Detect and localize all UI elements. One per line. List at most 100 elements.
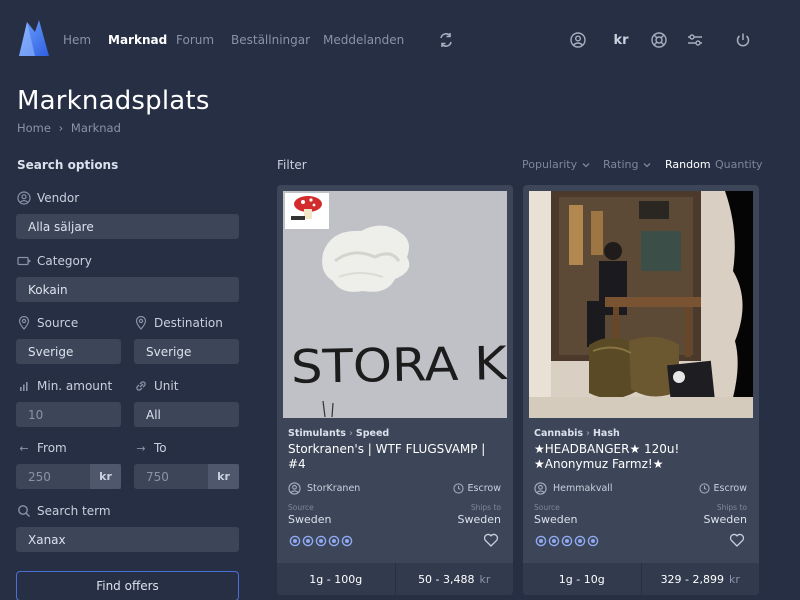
support-icon[interactable] <box>650 31 668 49</box>
chevron-down-icon <box>644 162 651 167</box>
currency-kr-icon[interactable]: kr <box>610 31 632 49</box>
price-value: 329 - 2,899 <box>660 572 725 586</box>
source-caption: Source <box>288 503 314 512</box>
location-pin-icon <box>134 316 148 330</box>
sort-random[interactable]: Random <box>665 158 711 171</box>
ships-to-caption: Ships to <box>470 503 501 512</box>
sort-rating[interactable]: Rating <box>603 158 652 171</box>
breadcrumb-home[interactable]: Home <box>17 121 51 135</box>
rating-star-icon <box>315 535 327 547</box>
unit-label-text: Unit <box>154 379 179 393</box>
source-value: Sweden <box>534 513 578 526</box>
listing-title[interactable]: Storkranen's | WTF FLUGSVAMP | #4 <box>288 442 503 472</box>
listing-image[interactable]: STORA K <box>283 191 507 418</box>
arrow-left-icon: ← <box>19 441 29 455</box>
sort-random-label: Random <box>665 158 711 171</box>
listing-footer: 1g - 100g 50 - 3,488 kr <box>277 563 513 595</box>
ships-to-value: Sweden <box>703 513 747 526</box>
listing-card[interactable]: STORA K Stimulants › Speed Storkranen's | … <box>277 185 513 595</box>
vendor-name[interactable]: StorKranen <box>307 483 360 494</box>
filter-label: Filter <box>277 158 307 172</box>
clock-icon <box>452 483 464 494</box>
subcategory-link[interactable]: Speed <box>356 428 389 439</box>
listing-title[interactable]: ★HEADBANGER★ 120u! ★Anonymuz Farmz!★ <box>534 442 749 472</box>
breadcrumb-separator: › <box>586 428 590 439</box>
category-label: Category <box>17 254 92 268</box>
vendor-info[interactable]: StorKranen <box>288 482 360 495</box>
power-icon[interactable] <box>734 31 752 49</box>
user-circle-icon <box>17 191 31 205</box>
settings-sliders-icon[interactable] <box>686 31 704 49</box>
category-link[interactable]: Cannabis <box>534 428 583 439</box>
category-label-text: Category <box>37 254 92 268</box>
source-label-text: Source <box>37 316 79 330</box>
rating-star-icon <box>574 535 586 547</box>
nav-meddelanden[interactable]: Meddelanden <box>323 33 404 47</box>
vendor-select[interactable]: Alla säljare <box>16 214 239 239</box>
vendor-info[interactable]: Hemmakvall <box>534 482 613 495</box>
category-link[interactable]: Stimulants <box>288 428 346 439</box>
sort-popularity-label: Popularity <box>522 158 578 171</box>
nav-forum[interactable]: Forum <box>176 33 214 47</box>
currency-label: kr <box>729 572 740 586</box>
page-title: Marknadsplats <box>17 86 210 116</box>
destination-select[interactable]: Sverige <box>134 339 239 364</box>
subcategory-link[interactable]: Hash <box>593 428 620 439</box>
unit-select[interactable]: All <box>134 402 239 427</box>
arrow-right-icon: → <box>136 441 146 455</box>
escrow-badge: Escrow <box>452 483 501 494</box>
rating-star-icon <box>341 535 353 547</box>
min-amount-label: Min. amount <box>17 379 112 393</box>
price-range: 50 - 3,488 kr <box>394 563 514 595</box>
sort-quantity[interactable]: Quantity <box>715 158 763 171</box>
breadcrumb-separator: › <box>58 121 64 135</box>
user-circle-icon <box>534 482 547 495</box>
currency-label: kr <box>479 572 491 586</box>
vendor-name[interactable]: Hemmakvall <box>553 483 613 494</box>
escrow-label: Escrow <box>713 483 747 494</box>
rating-star-icon <box>548 535 560 547</box>
bar-chart-icon <box>17 379 31 393</box>
listing-category: Cannabis › Hash <box>534 428 620 439</box>
rating-star-icon <box>289 535 301 547</box>
listing-card[interactable]: Cannabis › Hash ★HEADBANGER★ 120u! ★Anonym… <box>523 185 759 595</box>
category-select[interactable]: Kokain <box>16 277 239 302</box>
user-circle-icon[interactable] <box>569 31 587 49</box>
top-navigation: Hem Marknad Forum Beställningar Meddelan… <box>0 0 800 78</box>
search-icon <box>17 504 31 518</box>
price-range: 329 - 2,899 kr <box>640 563 760 595</box>
escrow-label: Escrow <box>467 483 501 494</box>
nav-bestallningar[interactable]: Beställningar <box>231 33 310 47</box>
nav-home[interactable]: Hem <box>63 33 91 47</box>
ships-to-value: Sweden <box>457 513 501 526</box>
listing-category: Stimulants › Speed <box>288 428 389 439</box>
listing-footer: 1g - 10g 329 - 2,899 kr <box>523 563 759 595</box>
quantity-range: 1g - 100g <box>309 572 363 586</box>
heart-icon[interactable] <box>729 532 745 548</box>
logo-icon[interactable] <box>17 18 51 58</box>
destination-label: Destination <box>134 316 223 330</box>
breadcrumb-current: Marknad <box>70 121 121 135</box>
link-icon <box>134 379 148 393</box>
source-caption: Source <box>534 503 560 512</box>
source-value: Sweden <box>288 513 332 526</box>
nav-marknad[interactable]: Marknad <box>108 33 167 47</box>
source-select[interactable]: Sverige <box>16 339 121 364</box>
listing-image[interactable] <box>529 191 753 418</box>
min-amount-input[interactable]: 10 <box>16 402 121 427</box>
quantity-range: 1g - 10g <box>558 572 605 586</box>
min-amount-label-text: Min. amount <box>37 379 113 393</box>
vendor-label-text: Vendor <box>37 191 80 205</box>
search-term-input[interactable]: Xanax <box>16 527 239 552</box>
find-offers-button[interactable]: Find offers <box>16 571 239 600</box>
refresh-icon[interactable] <box>437 31 455 49</box>
currency-addon: kr <box>208 464 239 489</box>
breadcrumb-separator: › <box>348 428 353 439</box>
sort-popularity[interactable]: Popularity <box>522 158 591 171</box>
rating-stars <box>289 535 353 547</box>
search-term-label: Search term <box>17 504 111 518</box>
price-from-label-text: From <box>37 441 67 455</box>
search-options-title: Search options <box>17 158 119 172</box>
tag-icon <box>17 254 31 268</box>
heart-icon[interactable] <box>483 532 499 548</box>
